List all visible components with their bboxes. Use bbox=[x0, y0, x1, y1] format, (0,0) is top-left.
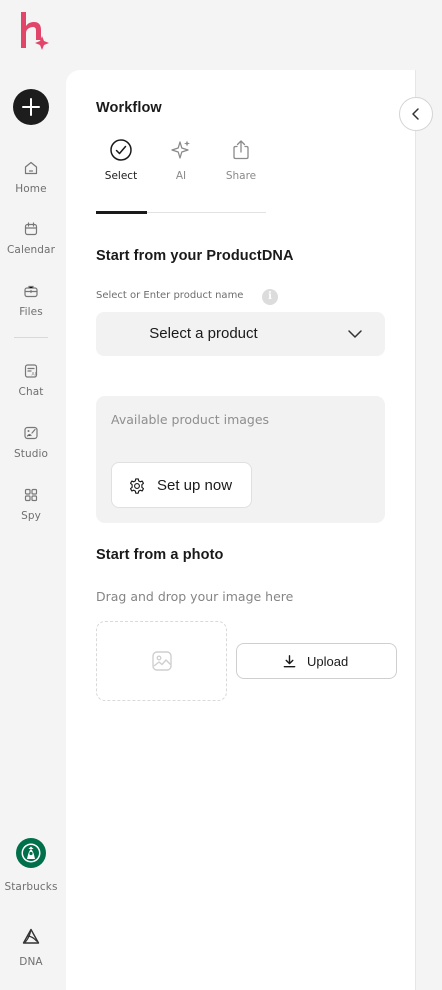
workflow-panel bbox=[66, 70, 416, 990]
sidebar-item-label: Files bbox=[19, 306, 43, 318]
sidebar-item-chat[interactable]: AI Chat bbox=[0, 363, 62, 398]
sidebar-divider bbox=[14, 337, 48, 338]
tab-select[interactable]: Select bbox=[96, 138, 146, 182]
product-section-title: Start from your ProductDNA bbox=[96, 248, 294, 264]
info-icon[interactable]: i bbox=[262, 289, 278, 305]
sidebar-item-label: Home bbox=[15, 183, 47, 195]
sidebar-item-files[interactable]: Files bbox=[0, 283, 62, 318]
chevron-down-icon bbox=[348, 330, 362, 338]
product-select[interactable]: Select a product bbox=[96, 312, 385, 356]
brand-logo[interactable] bbox=[18, 10, 50, 50]
collapse-panel-button[interactable] bbox=[399, 97, 433, 131]
set-up-now-label: Set up now bbox=[157, 477, 233, 494]
sidebar-item-label: DNA bbox=[19, 956, 43, 968]
image-icon bbox=[151, 651, 172, 671]
set-up-now-button[interactable]: Set up now bbox=[111, 462, 252, 508]
sidebar-item-label: Calendar bbox=[6, 244, 55, 256]
avatar bbox=[16, 838, 46, 868]
download-icon bbox=[283, 655, 296, 668]
sidebar-item-studio[interactable]: Studio bbox=[0, 425, 62, 460]
tab-ai[interactable]: AI bbox=[156, 138, 206, 182]
product-images-box: Available product images Set up now bbox=[96, 396, 385, 523]
tab-label: Select bbox=[104, 170, 138, 182]
sidebar-item-calendar[interactable]: Calendar bbox=[0, 221, 62, 256]
studio-icon bbox=[24, 426, 38, 440]
share-icon bbox=[233, 140, 249, 160]
product-images-label: Available product images bbox=[111, 412, 270, 427]
panel-title: Workflow bbox=[96, 100, 162, 116]
panel-edge bbox=[415, 70, 416, 990]
tab-label: Share bbox=[225, 170, 257, 182]
sparkles-icon bbox=[171, 140, 190, 159]
plus-icon bbox=[22, 98, 40, 116]
home-icon bbox=[24, 161, 38, 175]
active-tab-indicator bbox=[96, 211, 147, 214]
briefcase-icon bbox=[24, 285, 38, 298]
sidebar-item-label: Chat bbox=[18, 386, 44, 398]
svg-text:AI: AI bbox=[32, 372, 36, 378]
tab-share[interactable]: Share bbox=[216, 138, 266, 182]
chevron-left-icon bbox=[412, 108, 419, 120]
image-dropzone[interactable] bbox=[96, 621, 227, 701]
product-field-label: Select or Enter product name bbox=[96, 290, 244, 301]
calendar-icon bbox=[24, 222, 38, 236]
check-circle-icon bbox=[110, 139, 132, 161]
sidebar-item-label: Spy bbox=[21, 510, 41, 522]
photo-section-title: Start from a photo bbox=[96, 547, 224, 563]
chat-ai-icon: AI bbox=[24, 364, 38, 378]
upload-label: Upload bbox=[307, 654, 349, 669]
product-select-value: Select a product bbox=[149, 325, 258, 342]
sidebar-item-home[interactable]: Home bbox=[0, 160, 62, 195]
drag-drop-hint: Drag and drop your image here bbox=[96, 589, 294, 604]
account-label: Starbucks bbox=[4, 881, 58, 893]
sidebar-item-label: Studio bbox=[13, 448, 49, 460]
sidebar: Home Calendar Files AI Chat Studio Spy S… bbox=[0, 0, 66, 990]
gear-icon bbox=[129, 478, 145, 494]
sidebar-item-spy[interactable]: Spy bbox=[0, 487, 62, 522]
sidebar-item-dna[interactable]: DNA bbox=[0, 927, 62, 968]
upload-button[interactable]: Upload bbox=[236, 643, 397, 679]
tab-label: AI bbox=[175, 170, 187, 182]
grid-icon bbox=[24, 488, 38, 502]
starbucks-logo bbox=[17, 839, 45, 867]
dna-triangle-icon bbox=[22, 928, 40, 944]
account-starbucks[interactable]: Starbucks bbox=[0, 838, 62, 893]
new-button[interactable] bbox=[13, 89, 49, 125]
